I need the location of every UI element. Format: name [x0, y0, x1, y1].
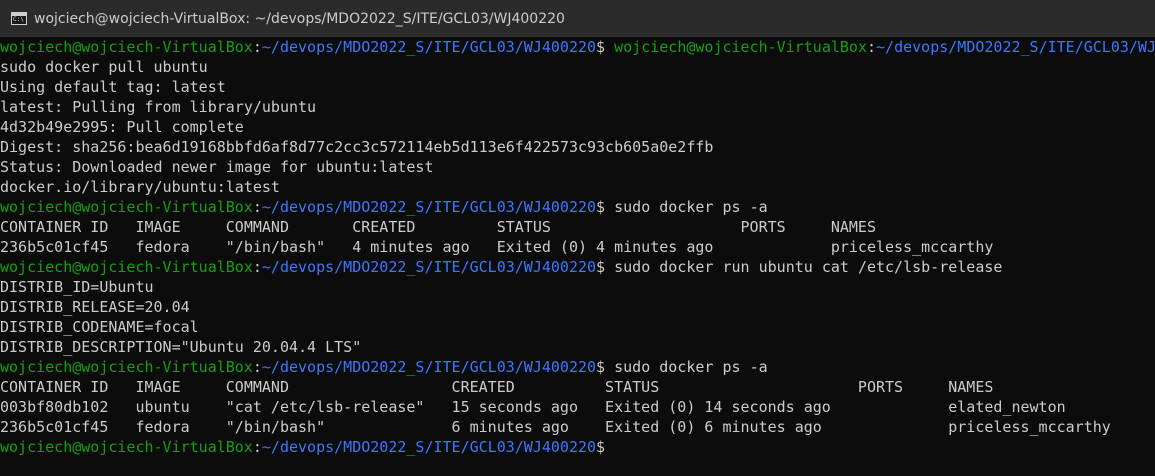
terminal-text: 003bf80db102 ubuntu "cat /etc/lsb-releas… [0, 398, 1066, 416]
terminal-line: 003bf80db102 ubuntu "cat /etc/lsb-releas… [0, 397, 1155, 417]
terminal-line: docker.io/library/ubuntu:latest [0, 177, 1155, 197]
terminal-text: : [252, 38, 262, 56]
terminal-text: : [252, 438, 262, 456]
terminal-text: Digest: sha256:bea6d19168bbfd6af8d77c2cc… [0, 138, 714, 156]
window-title: wojciech@wojciech-VirtualBox: ~/devops/M… [34, 10, 565, 27]
terminal-line: 236b5c01cf45 fedora "/bin/bash" 6 minute… [0, 417, 1155, 437]
terminal-text: CONTAINER ID IMAGE COMMAND CREATED STATU… [0, 218, 876, 236]
terminal-text: DISTRIB_CODENAME=focal [0, 318, 199, 336]
terminal-text: docker.io/library/ubuntu:latest [0, 178, 280, 196]
terminal-text: latest: Pulling from library/ubuntu [0, 98, 317, 116]
terminal-text: CONTAINER ID IMAGE COMMAND CREATED STATU… [0, 378, 994, 396]
terminal-text: $ sudo docker run ubuntu cat /etc/lsb-re… [596, 258, 1003, 276]
terminal-text: $ sudo docker ps -a [596, 358, 768, 376]
terminal-line: wojciech@wojciech-VirtualBox:~/devops/MD… [0, 37, 1155, 57]
terminal-line: DISTRIB_RELEASE=20.04 [0, 297, 1155, 317]
prompt-path: ~/devops/MDO2022_S/ITE/GCL03/WJ400220 [261, 198, 597, 216]
terminal-text: 236b5c01cf45 fedora "/bin/bash" 4 minute… [0, 238, 994, 256]
terminal-text: : [866, 38, 877, 56]
terminal-text: Status: Downloaded newer image for ubunt… [0, 158, 434, 176]
terminal-line: wojciech@wojciech-VirtualBox:~/devops/MD… [0, 437, 1155, 457]
terminal-text: $ sudo docker ps -a [596, 198, 768, 216]
terminal-line: Digest: sha256:bea6d19168bbfd6af8d77c2cc… [0, 137, 1155, 157]
terminal-line: wojciech@wojciech-VirtualBox:~/devops/MD… [0, 357, 1155, 377]
prompt-path: ~/devops/MDO2022_S/ITE/GCL03/WJ400220 [261, 438, 597, 456]
terminal-text: sudo docker pull ubuntu [0, 58, 208, 76]
terminal-text: : [252, 258, 262, 276]
terminal-text: DISTRIB_ID=Ubuntu [0, 278, 154, 296]
terminal-line: sudo docker pull ubuntu [0, 57, 1155, 77]
terminal-text: : [252, 358, 262, 376]
terminal-output[interactable]: wojciech@wojciech-VirtualBox:~/devops/MD… [0, 37, 1155, 476]
prompt-path: ~/devops/MDO2022_S/ITE/GCL03/WJ400220 [876, 38, 1155, 56]
terminal-line: DISTRIB_CODENAME=focal [0, 317, 1155, 337]
prompt-user-host: wojciech@wojciech-VirtualBox [0, 258, 253, 276]
terminal-line: wojciech@wojciech-VirtualBox:~/devops/MD… [0, 257, 1155, 277]
terminal-icon: C:\ [11, 12, 27, 25]
terminal-line: wojciech@wojciech-VirtualBox:~/devops/MD… [0, 197, 1155, 217]
terminal-line: DISTRIB_ID=Ubuntu [0, 277, 1155, 297]
prompt-path: ~/devops/MDO2022_S/ITE/GCL03/WJ400220 [261, 258, 597, 276]
terminal-line: DISTRIB_DESCRIPTION="Ubuntu 20.04.4 LTS" [0, 337, 1155, 357]
terminal-line: 236b5c01cf45 fedora "/bin/bash" 4 minute… [0, 237, 1155, 257]
terminal-text: 4d32b49e2995: Pull complete [0, 118, 244, 136]
terminal-text: : [252, 198, 262, 216]
prompt-user-host: wojciech@wojciech-VirtualBox [0, 38, 253, 56]
terminal-text: DISTRIB_RELEASE=20.04 [0, 298, 190, 316]
terminal-line: 4d32b49e2995: Pull complete [0, 117, 1155, 137]
terminal-text: DISTRIB_DESCRIPTION="Ubuntu 20.04.4 LTS" [0, 338, 362, 356]
terminal-text: $ [596, 438, 606, 456]
terminal-line: Using default tag: latest [0, 77, 1155, 97]
prompt-path: ~/devops/MDO2022_S/ITE/GCL03/WJ400220 [261, 358, 597, 376]
terminal-line: CONTAINER ID IMAGE COMMAND CREATED STATU… [0, 377, 1155, 397]
terminal-text: 236b5c01cf45 fedora "/bin/bash" 6 minute… [0, 418, 1111, 436]
title-bar[interactable]: C:\ wojciech@wojciech-VirtualBox: ~/devo… [0, 0, 1155, 37]
terminal-line: latest: Pulling from library/ubuntu [0, 97, 1155, 117]
prompt-user-host: wojciech@wojciech-VirtualBox [0, 438, 253, 456]
prompt-user-host: wojciech@wojciech-VirtualBox [0, 198, 253, 216]
prompt-user-host: wojciech@wojciech-VirtualBox [0, 358, 253, 376]
terminal-text: Using default tag: latest [0, 78, 226, 96]
terminal-line: Status: Downloaded newer image for ubunt… [0, 157, 1155, 177]
prompt-user-host: wojciech@wojciech-VirtualBox [614, 38, 867, 56]
terminal-window: C:\ wojciech@wojciech-VirtualBox: ~/devo… [0, 0, 1155, 476]
terminal-text: $ [596, 38, 615, 56]
prompt-path: ~/devops/MDO2022_S/ITE/GCL03/WJ400220 [261, 38, 597, 56]
terminal-line: CONTAINER ID IMAGE COMMAND CREATED STATU… [0, 217, 1155, 237]
